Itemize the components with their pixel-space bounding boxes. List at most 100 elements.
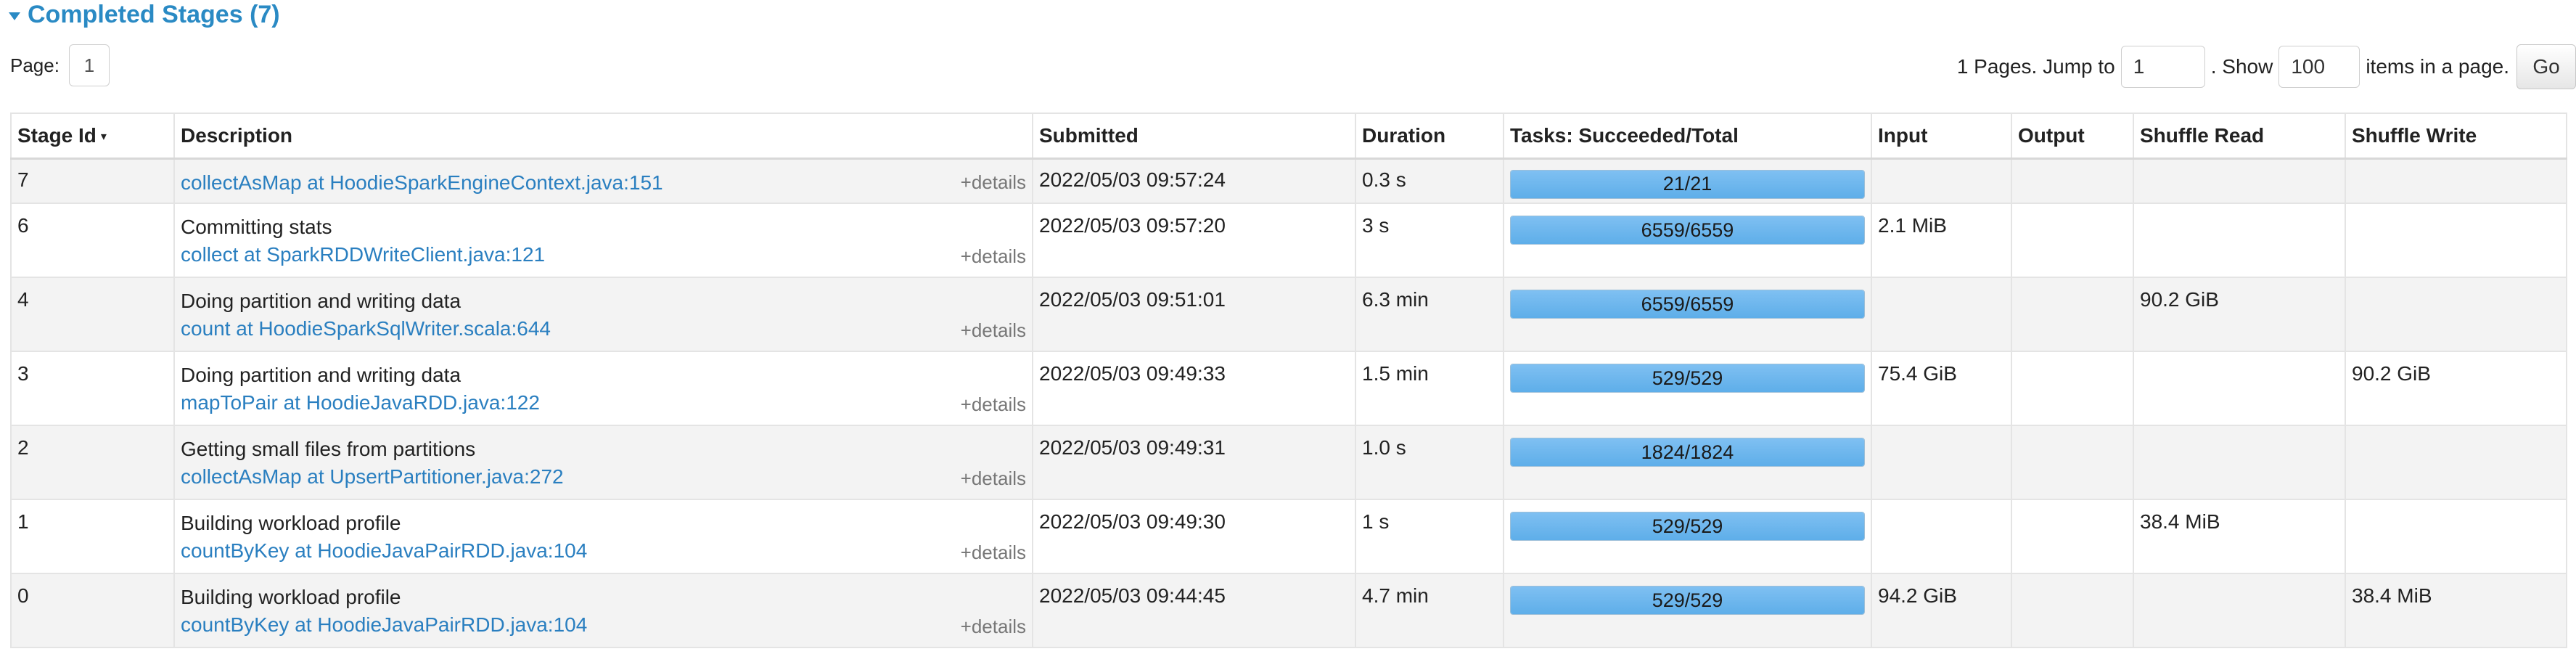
table-row: 4 Doing partition and writing data count a… bbox=[10, 277, 2567, 352]
shuffle-write-cell bbox=[2345, 499, 2567, 574]
details-toggle[interactable]: +details bbox=[961, 542, 1026, 564]
table-row: 7 collectAsMap at HoodieSparkEngineContex… bbox=[10, 158, 2567, 204]
description-cell: Building workload profile countByKey at H… bbox=[173, 573, 1033, 648]
task-progress-bar: 21/21 bbox=[1510, 169, 1865, 199]
page-navigation-form: 1 Pages. Jump to . Show items in a page.… bbox=[1951, 44, 2576, 89]
description-cell: Building workload profile countByKey at H… bbox=[173, 499, 1033, 574]
details-toggle[interactable]: +details bbox=[961, 245, 1026, 268]
task-progress-bar: 529/529 bbox=[1510, 586, 1865, 615]
input-cell: 94.2 GiB bbox=[1871, 573, 2012, 648]
duration-cell: 4.7 min bbox=[1355, 573, 1504, 648]
shuffle-write-cell bbox=[2345, 425, 2567, 500]
submitted-cell: 2022/05/03 09:51:01 bbox=[1032, 277, 1356, 352]
task-progress-bar: 529/529 bbox=[1510, 512, 1865, 541]
sort-down-icon: ▾ bbox=[100, 131, 107, 144]
stage-id-cell: 1 bbox=[10, 499, 175, 574]
tasks-cell: 529/529 bbox=[1503, 351, 1872, 426]
tasks-cell: 6559/6559 bbox=[1503, 277, 1872, 352]
caret-down-icon bbox=[9, 12, 20, 20]
stage-detail-link[interactable]: count at HoodieSparkSqlWriter.scala:644 bbox=[181, 314, 1026, 343]
stage-detail-link[interactable]: countByKey at HoodieJavaPairRDD.java:104 bbox=[181, 536, 1026, 565]
stage-detail-link[interactable]: collectAsMap at HoodieSparkEngineContext… bbox=[181, 168, 1026, 197]
col-header-submitted[interactable]: Submitted bbox=[1032, 113, 1356, 159]
shuffle-write-cell bbox=[2345, 277, 2567, 352]
task-count: 529/529 bbox=[1652, 589, 1723, 611]
stage-id-cell: 2 bbox=[10, 425, 175, 500]
page-number-link[interactable]: 1 bbox=[69, 44, 110, 86]
duration-cell: 1 s bbox=[1355, 499, 1504, 574]
duration-cell: 0.3 s bbox=[1355, 158, 1504, 204]
output-cell bbox=[2011, 158, 2134, 204]
stage-description: Doing partition and writing data bbox=[181, 290, 462, 312]
duration-cell: 6.3 min bbox=[1355, 277, 1504, 352]
details-toggle[interactable]: +details bbox=[961, 616, 1026, 638]
stage-description: Building workload profile bbox=[181, 586, 401, 608]
task-count: 529/529 bbox=[1652, 515, 1723, 537]
task-count: 6559/6559 bbox=[1641, 218, 1734, 241]
table-row: 0 Building workload profile countByKey at … bbox=[10, 573, 2567, 648]
col-header-shuffle-write[interactable]: Shuffle Write bbox=[2345, 113, 2567, 159]
submitted-cell: 2022/05/03 09:49:31 bbox=[1032, 425, 1356, 500]
stage-detail-link[interactable]: collectAsMap at UpsertPartitioner.java:2… bbox=[181, 462, 1026, 491]
stage-description: Committing stats bbox=[181, 216, 332, 238]
task-count: 1824/1824 bbox=[1641, 441, 1734, 463]
stage-detail-link[interactable]: collect at SparkRDDWriteClient.java:121 bbox=[181, 240, 1026, 269]
show-text: . Show bbox=[2210, 55, 2273, 78]
completed-stages-header[interactable]: Completed Stages (7) bbox=[9, 0, 280, 29]
shuffle-read-cell bbox=[2133, 203, 2346, 278]
output-cell bbox=[2011, 499, 2134, 574]
input-cell: 2.1 MiB bbox=[1871, 203, 2012, 278]
stage-detail-link[interactable]: countByKey at HoodieJavaPairRDD.java:104 bbox=[181, 610, 1026, 639]
completed-stages-table: Stage Id ▾ Description Submitted Duration… bbox=[10, 113, 2567, 648]
shuffle-write-cell: 38.4 MiB bbox=[2345, 573, 2567, 648]
stage-detail-link[interactable]: mapToPair at HoodieJavaRDD.java:122 bbox=[181, 388, 1026, 417]
description-cell: Getting small files from partitions colle… bbox=[173, 425, 1033, 500]
col-header-stage-id[interactable]: Stage Id ▾ bbox=[10, 113, 175, 159]
details-toggle[interactable]: +details bbox=[961, 319, 1026, 342]
duration-cell: 1.5 min bbox=[1355, 351, 1504, 426]
submitted-cell: 2022/05/03 09:57:24 bbox=[1032, 158, 1356, 204]
submitted-cell: 2022/05/03 09:57:20 bbox=[1032, 203, 1356, 278]
shuffle-read-cell bbox=[2133, 425, 2346, 500]
stage-id-cell: 3 bbox=[10, 351, 175, 426]
tasks-cell: 6559/6559 bbox=[1503, 203, 1872, 278]
details-toggle[interactable]: +details bbox=[961, 171, 1026, 194]
details-toggle[interactable]: +details bbox=[961, 467, 1026, 490]
col-header-description[interactable]: Description bbox=[173, 113, 1033, 159]
table-row: 2 Getting small files from partitions coll… bbox=[10, 425, 2567, 500]
col-header-shuffle-read[interactable]: Shuffle Read bbox=[2133, 113, 2346, 159]
output-cell bbox=[2011, 203, 2134, 278]
stage-id-cell: 6 bbox=[10, 203, 175, 278]
shuffle-write-cell: 90.2 GiB bbox=[2345, 351, 2567, 426]
tasks-cell: 1824/1824 bbox=[1503, 425, 1872, 500]
description-cell: Doing partition and writing data mapToPai… bbox=[173, 351, 1033, 426]
col-header-input[interactable]: Input bbox=[1871, 113, 2012, 159]
submitted-cell: 2022/05/03 09:44:45 bbox=[1032, 573, 1356, 648]
col-header-output[interactable]: Output bbox=[2011, 113, 2134, 159]
page-label: Page: bbox=[10, 54, 60, 76]
go-button[interactable]: Go bbox=[2516, 44, 2576, 89]
submitted-cell: 2022/05/03 09:49:33 bbox=[1032, 351, 1356, 426]
output-cell bbox=[2011, 425, 2134, 500]
input-cell bbox=[1871, 425, 2012, 500]
section-title: Completed Stages (7) bbox=[28, 0, 280, 28]
submitted-cell: 2022/05/03 09:49:30 bbox=[1032, 499, 1356, 574]
input-cell bbox=[1871, 499, 2012, 574]
shuffle-read-cell bbox=[2133, 351, 2346, 426]
page-size-input[interactable] bbox=[2278, 46, 2360, 88]
input-cell bbox=[1871, 277, 2012, 352]
task-count: 6559/6559 bbox=[1641, 293, 1734, 315]
tasks-cell: 529/529 bbox=[1503, 573, 1872, 648]
shuffle-read-cell bbox=[2133, 573, 2346, 648]
stage-description: Getting small files from partitions bbox=[181, 438, 476, 460]
table-header-row: Stage Id ▾ Description Submitted Duration… bbox=[10, 113, 2567, 159]
task-count: 529/529 bbox=[1652, 367, 1723, 389]
col-header-duration[interactable]: Duration bbox=[1355, 113, 1504, 159]
table-row: 6 Committing stats collect at SparkRDDWrit… bbox=[10, 203, 2567, 278]
shuffle-read-cell bbox=[2133, 158, 2346, 204]
stage-id-cell: 0 bbox=[10, 573, 175, 648]
jump-to-page-input[interactable] bbox=[2120, 46, 2205, 88]
task-progress-bar: 6559/6559 bbox=[1510, 290, 1865, 319]
duration-cell: 3 s bbox=[1355, 203, 1504, 278]
details-toggle[interactable]: +details bbox=[961, 393, 1026, 416]
